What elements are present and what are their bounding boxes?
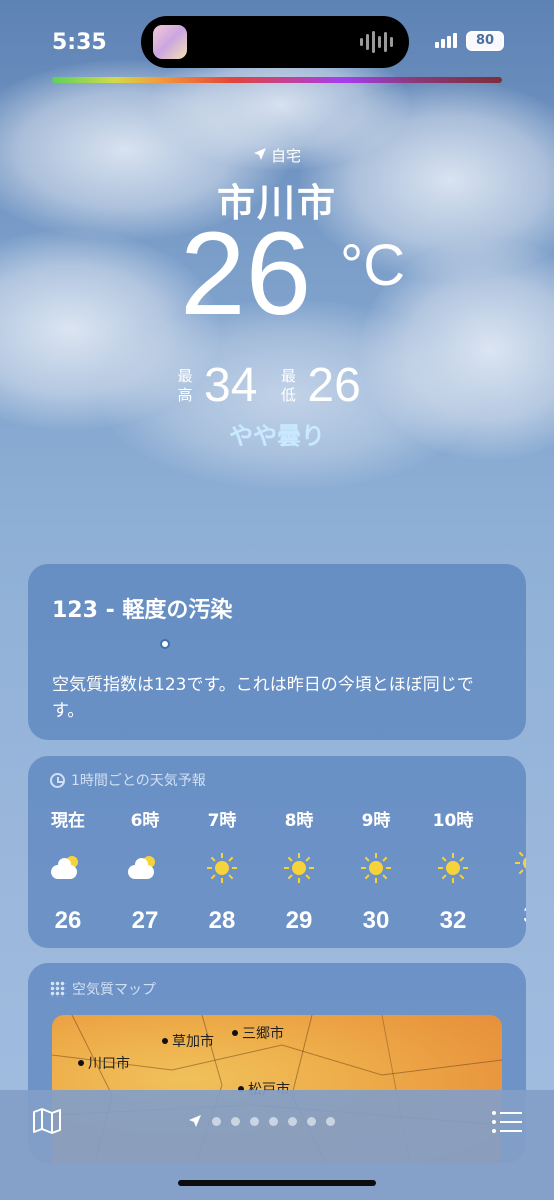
place-name: 草加市 [172,1034,214,1050]
page-indicator[interactable] [188,1114,335,1128]
hourly-forecast-card[interactable]: 1時間ごとの天気予報 現在266時277時288時299時3010時3213 [28,756,526,948]
high-label: 最高 [177,366,193,404]
sun-icon [500,844,526,884]
air-quality-card[interactable]: 123 - 軽度の汚染 空気質指数は123です。これは昨日の今頃とほぼ同じです。 [28,77,526,740]
partly-cloudy-icon [115,849,175,889]
high-low: 最高 34 最低 26 [176,358,383,413]
hourly-time: 9時 [361,811,391,831]
place-name: 川口市 [88,1056,130,1072]
hourly-header-text: 1時間ごとの天気予報 [71,773,206,789]
location-label: 自宅 [0,145,554,166]
hourly-time: 6時 [130,811,160,831]
hourly-item: 現在 26 [38,806,98,935]
map-icon[interactable] [32,1108,62,1134]
hourly-time: 現在 [51,811,85,831]
hourly-item: 6時 27 [115,806,175,935]
airmap-header: 空気質マップ [50,979,156,999]
hourly-item: 13 [500,806,526,930]
sun-icon [423,849,483,889]
hourly-item: 7時 28 [192,806,252,935]
temperature-unit: °C [340,233,406,298]
air-quality-icon [50,981,66,997]
page-dot[interactable] [326,1116,335,1126]
hourly-item: 10時 32 [423,806,483,935]
location-arrow-icon [253,148,266,160]
hourly-temp: 32 [439,907,467,934]
hourly-time: 1 [500,806,526,826]
dynamic-island[interactable] [141,16,409,68]
hourly-time: 10時 [432,811,474,831]
page-dot[interactable] [250,1116,259,1126]
low-label: 最低 [280,366,296,404]
sun-icon [346,849,406,889]
aqi-title: 123 - 軽度の汚染 [52,598,233,623]
page-dot[interactable] [307,1116,316,1126]
location-page-icon[interactable] [188,1114,202,1128]
hourly-temp: 27 [131,907,159,934]
place-marker[interactable]: 草加市 [162,1031,214,1051]
high-temp: 34 [204,359,258,412]
signal-icon [435,32,457,48]
clock-icon [50,772,65,788]
sun-icon [192,849,252,889]
battery-indicator: 80 [466,31,504,51]
location-label-text: 自宅 [270,147,301,165]
hourly-temp: 29 [285,907,313,934]
place-marker[interactable]: 川口市 [78,1053,130,1073]
audio-waveform-icon [360,30,393,54]
hourly-item: 9時 30 [346,806,406,935]
page-dot[interactable] [288,1116,297,1126]
now-playing-artwork [153,25,187,59]
airmap-header-text: 空気質マップ [72,982,156,998]
low-temp: 26 [307,359,361,412]
aqi-description: 空気質指数は123です。これは昨日の今頃とほぼ同じです。 [52,675,474,721]
hourly-temp: 28 [208,907,236,934]
hourly-list[interactable]: 現在266時277時288時299時3010時3213 [28,806,526,936]
current-temperature: 26 [180,208,312,340]
place-name: 三郷市 [242,1026,284,1042]
sun-icon [269,849,329,889]
hourly-temp: 26 [54,907,82,934]
status-bar: 5:35 80 [0,0,554,80]
list-icon[interactable] [492,1110,522,1134]
page-dot[interactable] [231,1116,240,1126]
page-dot[interactable] [269,1116,278,1126]
bottom-toolbar [0,1090,554,1200]
page-dot[interactable] [212,1116,221,1126]
partly-cloudy-icon [38,849,98,889]
hourly-header: 1時間ごとの天気予報 [50,770,206,790]
status-time: 5:35 [52,30,107,55]
place-marker[interactable]: 三郷市 [232,1023,284,1043]
hourly-temp: 30 [362,907,390,934]
aqi-gradient-bar [52,77,502,83]
aqi-marker [159,639,170,649]
home-indicator [178,1180,376,1186]
weather-condition: やや曇り [229,422,325,450]
hourly-item: 8時 29 [269,806,329,935]
hourly-time: 8時 [284,811,314,831]
hourly-time: 7時 [207,811,237,831]
hourly-temp: 3 [500,902,526,930]
